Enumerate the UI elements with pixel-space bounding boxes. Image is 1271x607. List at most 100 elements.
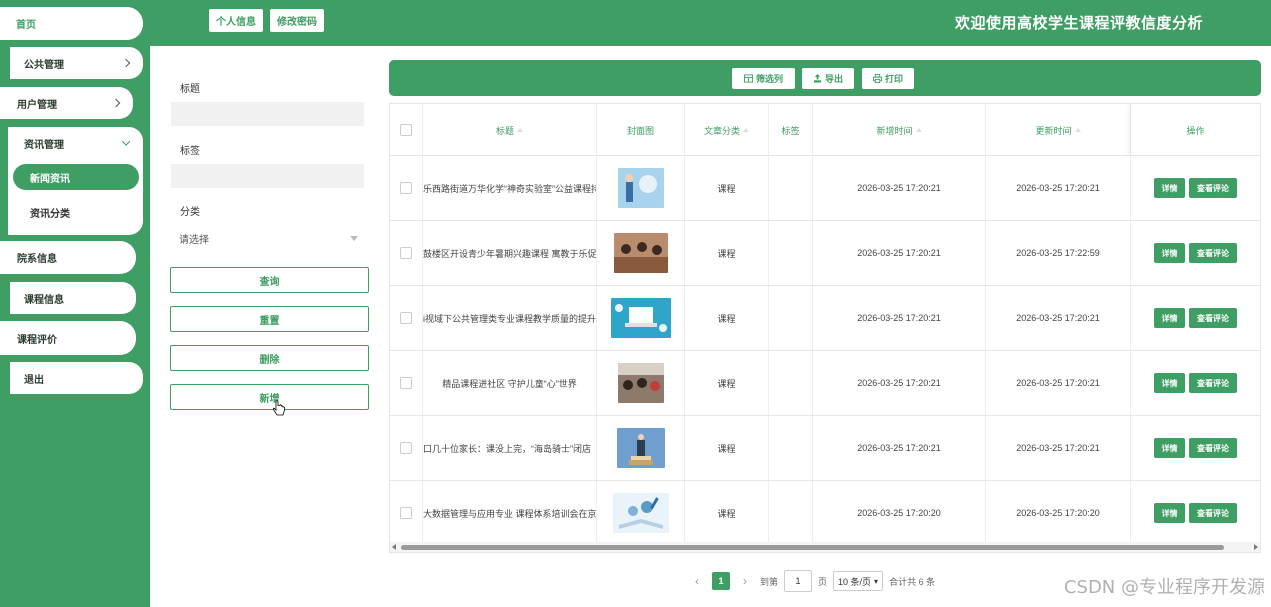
view-comments-button[interactable]: 查看评论 xyxy=(1189,243,1237,263)
row-checkbox[interactable] xyxy=(400,247,412,259)
sidebar-item-course-evaluation[interactable]: 课程评价 xyxy=(0,321,136,355)
tag-input[interactable] xyxy=(171,164,364,188)
sidebar-item-home[interactable]: 首页 xyxy=(0,7,143,40)
row-category: 课程 xyxy=(685,481,769,545)
goto-page-input[interactable]: 1 xyxy=(784,570,813,592)
export-label: 导出 xyxy=(824,74,843,84)
row-title: 精品课程进社区 守护儿童“心”世界 xyxy=(423,351,597,415)
add-button[interactable]: 新增 xyxy=(170,384,369,410)
chevron-right-icon xyxy=(111,98,121,108)
detail-button[interactable]: 详情 xyxy=(1154,503,1185,523)
row-created: 2026-03-25 17:20:21 xyxy=(813,351,986,415)
scroll-right-icon[interactable] xyxy=(1254,544,1258,550)
row-checkbox[interactable] xyxy=(400,507,412,519)
row-checkbox[interactable] xyxy=(400,182,412,194)
filter-columns-button[interactable]: 筛选列 xyxy=(732,68,795,89)
detail-button[interactable]: 详情 xyxy=(1154,178,1185,198)
row-cover xyxy=(597,221,685,285)
submenu-item-news[interactable]: 新闻资讯 xyxy=(13,164,139,190)
next-page-icon[interactable]: › xyxy=(738,574,752,588)
row-select-cell xyxy=(390,351,423,415)
view-comments-button[interactable]: 查看评论 xyxy=(1189,178,1237,198)
detail-button[interactable]: 详情 xyxy=(1154,438,1185,458)
columns-icon xyxy=(743,74,753,83)
hand-cursor-icon xyxy=(272,400,285,416)
sidebar-item-logout[interactable]: 退出 xyxy=(10,362,143,394)
row-checkbox[interactable] xyxy=(400,312,412,324)
reset-button[interactable]: 重置 xyxy=(170,306,369,332)
view-comments-button[interactable]: 查看评论 xyxy=(1189,373,1237,393)
header-select-all xyxy=(390,104,423,156)
row-select-cell xyxy=(390,156,423,220)
row-category: 课程 xyxy=(685,221,769,285)
header-created[interactable]: 新增时间 xyxy=(813,104,986,156)
sort-icon xyxy=(743,128,749,132)
category-select[interactable]: 请选择 xyxy=(171,226,364,250)
select-all-checkbox[interactable] xyxy=(400,124,412,136)
row-updated: 2026-03-25 17:20:21 xyxy=(986,156,1131,220)
table-row: 精品课程进社区 守护儿童“心”世界 课程 2026-03-25 17:20:21… xyxy=(390,351,1260,416)
cover-image xyxy=(616,428,665,468)
detail-button[interactable]: 详情 xyxy=(1154,308,1185,328)
sidebar-item-user-management[interactable]: 用户管理 xyxy=(0,87,133,119)
horizontal-scrollbar[interactable] xyxy=(390,542,1260,552)
row-tag xyxy=(769,221,813,285)
print-button[interactable]: 打印 xyxy=(862,68,914,89)
row-title: 大数据管理与应用专业 课程体系培训会在京 xyxy=(423,481,597,545)
table-toolbar: 筛选列 导出 打印 xyxy=(389,60,1261,96)
row-title: 口几十位家长：课没上完，“海岛骑士”闭店 xyxy=(423,416,597,480)
sidebar-item-public-management[interactable]: 公共管理 xyxy=(10,47,143,79)
chevron-down-icon: ▾ xyxy=(874,576,879,586)
row-checkbox[interactable] xyxy=(400,442,412,454)
sort-icon xyxy=(1074,128,1081,132)
row-actions: 详情 查看评论 xyxy=(1131,286,1260,350)
table-row: 大数据管理与应用专业 课程体系培训会在京 课程 2026-03-25 17:20… xyxy=(390,481,1260,546)
category-select-value: 请选择 xyxy=(179,234,209,246)
profile-button[interactable]: 个人信息 xyxy=(209,9,263,32)
row-category: 课程 xyxy=(685,351,769,415)
pagination: ‹ 1 › 到第 1 页 10 条/页 ▾ 合计共 6 条 xyxy=(690,569,935,593)
print-label: 打印 xyxy=(884,74,903,84)
detail-button[interactable]: 详情 xyxy=(1154,243,1185,263)
header-updated[interactable]: 更新时间 xyxy=(986,104,1131,156)
change-password-button[interactable]: 修改密码 xyxy=(270,9,324,32)
view-comments-button[interactable]: 查看评论 xyxy=(1189,438,1237,458)
scroll-left-icon[interactable] xyxy=(392,544,396,550)
row-created: 2026-03-25 17:20:21 xyxy=(813,156,986,220)
sidebar-item-news-management[interactable]: 资讯管理 xyxy=(8,130,143,156)
row-created: 2026-03-25 17:20:20 xyxy=(813,481,986,545)
row-tag xyxy=(769,156,813,220)
submenu-item-news-category[interactable]: 资讯分类 xyxy=(30,205,70,220)
table-row: i视域下公共管理类专业课程教学质量的提升 课程 2026-03-25 17:20… xyxy=(390,286,1260,351)
row-cover xyxy=(597,481,685,545)
header-actions: 操作 xyxy=(1131,104,1260,156)
page-number-current[interactable]: 1 xyxy=(712,572,730,590)
data-table: 标题 封面图 文章分类 标签 新增时间 更新时间 操作 乐西路街道万华化学“神奇… xyxy=(389,103,1261,553)
export-button[interactable]: 导出 xyxy=(802,68,854,89)
header-updated-label: 更新时间 xyxy=(1035,125,1072,136)
scrollbar-thumb[interactable] xyxy=(401,545,1224,550)
goto-suffix: 页 xyxy=(818,576,828,587)
header-category[interactable]: 文章分类 xyxy=(685,104,769,156)
detail-button[interactable]: 详情 xyxy=(1154,373,1185,393)
row-title: 鼓楼区开设青少年暑期兴趣课程 寓教于乐促 xyxy=(423,221,597,285)
prev-page-icon[interactable]: ‹ xyxy=(690,574,704,588)
export-icon xyxy=(813,74,822,83)
row-cover xyxy=(597,286,685,350)
delete-button[interactable]: 删除 xyxy=(170,345,369,371)
query-button[interactable]: 查询 xyxy=(170,267,369,293)
sidebar-item-label: 退出 xyxy=(24,374,44,386)
sidebar-item-departments[interactable]: 院系信息 xyxy=(0,241,136,274)
page-size-select[interactable]: 10 条/页 ▾ xyxy=(833,571,884,591)
row-checkbox[interactable] xyxy=(400,377,412,389)
header-title[interactable]: 标题 xyxy=(423,104,597,156)
sidebar-item-courses[interactable]: 课程信息 xyxy=(10,282,136,314)
view-comments-button[interactable]: 查看评论 xyxy=(1189,503,1237,523)
title-input[interactable] xyxy=(171,102,364,126)
row-tag xyxy=(769,351,813,415)
caret-down-icon xyxy=(350,236,358,241)
cover-image xyxy=(612,493,669,533)
table-header: 标题 封面图 文章分类 标签 新增时间 更新时间 操作 xyxy=(390,104,1260,156)
view-comments-button[interactable]: 查看评论 xyxy=(1189,308,1237,328)
sort-icon xyxy=(517,128,523,132)
